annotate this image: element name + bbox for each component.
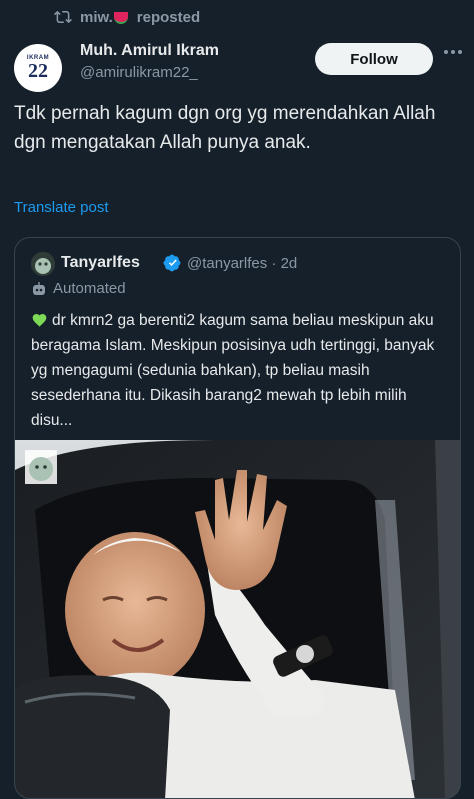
quote-author-avatar[interactable] (31, 252, 55, 276)
avatar-logo-number: 22 (28, 60, 48, 82)
follow-button[interactable]: Follow (315, 43, 433, 75)
author-avatar[interactable]: IKRAM 22 (14, 44, 62, 92)
author-handle[interactable]: @amirulikram22_ (80, 64, 198, 81)
quote-body: dr kmrn2 ga berenti2 kagum sama beliau m… (31, 312, 435, 429)
verified-badge-icon (163, 254, 181, 272)
quote-author-name[interactable]: Tanyarlfes (61, 254, 140, 272)
quote-photo[interactable] (15, 440, 460, 799)
robot-icon (33, 281, 45, 295)
author-name[interactable]: Muh. Amirul Ikram (80, 42, 219, 60)
repost-icon (54, 10, 72, 24)
automated-label: Automated (31, 280, 126, 297)
post-text: Tdk pernah kagum dgn org yg merendahkan … (14, 103, 436, 153)
watermelon-emoji (113, 11, 128, 24)
quoted-post[interactable]: Tanyarlfes @tanyarlfes · 2d Automated dr… (14, 237, 461, 799)
quote-text: dr kmrn2 ga berenti2 kagum sama beliau m… (31, 308, 451, 433)
quote-author-handle[interactable]: @tanyarlfes · 2d (187, 255, 297, 272)
automated-text: Automated (53, 280, 126, 297)
translate-post-link[interactable]: Translate post (14, 199, 109, 216)
repost-indicator[interactable]: miw. reposted (54, 8, 200, 26)
more-horizontal-icon[interactable] (444, 50, 462, 54)
repost-label: reposted (136, 8, 201, 26)
repost-user[interactable]: miw. (80, 9, 129, 26)
green-heart-icon (32, 314, 47, 327)
